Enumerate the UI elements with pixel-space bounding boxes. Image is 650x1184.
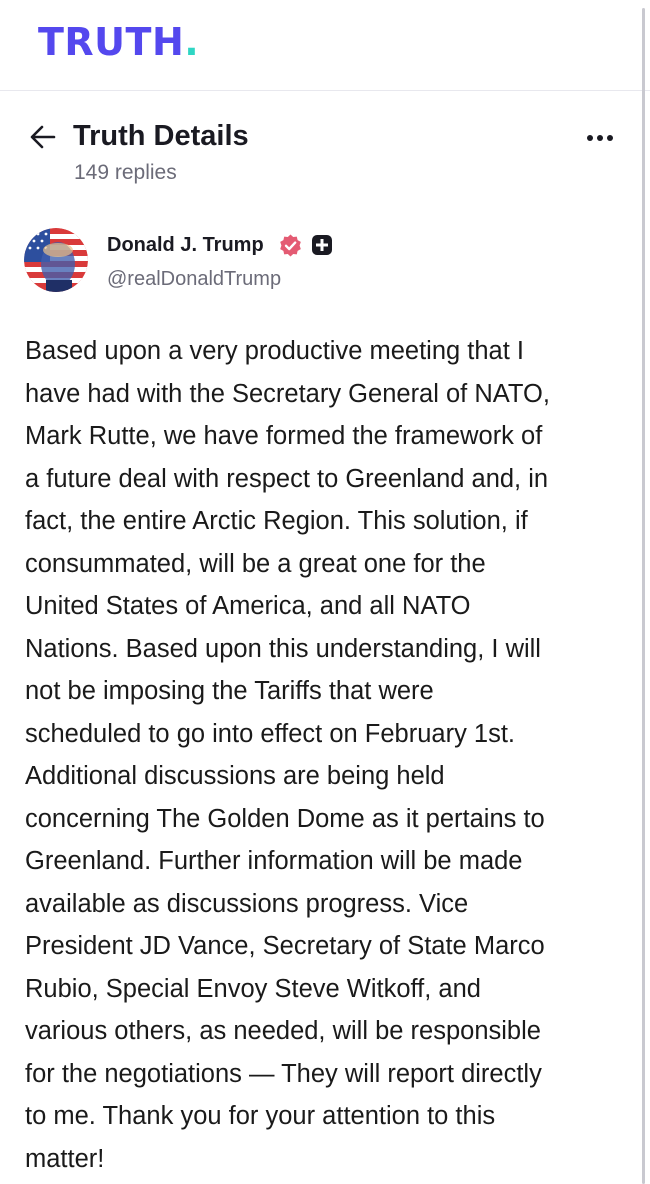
avatar[interactable] — [24, 228, 88, 292]
truth-plus-icon — [311, 234, 333, 256]
post-text-line: Mark Rutte, we have formed the framework… — [25, 422, 543, 450]
page-header: Truth Details 149 replies — [0, 110, 640, 200]
author-handle[interactable]: @realDonaldTrump — [107, 266, 281, 292]
post-text-line: not be imposing the Tariffs that were — [25, 677, 434, 705]
verified-badge-icon — [278, 233, 303, 258]
post-text-line: have had with the Secretary General of N… — [25, 379, 550, 408]
post-text-line: for the negotiations — They will report … — [25, 1059, 542, 1088]
post-text-line: fact, the entire Arctic Region. This sol… — [25, 507, 528, 535]
post-text-line: a future deal with respect to Greenland … — [25, 464, 549, 493]
more-horizontal-icon — [587, 135, 613, 141]
logo-dot: . — [184, 20, 200, 64]
post-text-line: Nations. Based upon this understanding, … — [25, 634, 541, 663]
post-text-line: Rubio, Special Envoy Steve Witkoff, and — [25, 974, 481, 1003]
reply-count: 149 replies — [74, 161, 177, 184]
post-text-line: Additional discussions are being held — [25, 762, 445, 790]
page-title: Truth Details — [73, 120, 249, 152]
back-button[interactable] — [28, 122, 58, 152]
more-options-button[interactable] — [580, 124, 620, 152]
post-text-line: consummated, will be a great one for the — [25, 549, 486, 578]
post-text-line: concerning The Golden Dome as it pertain… — [25, 804, 545, 833]
author-name[interactable]: Donald J. Trump — [107, 232, 264, 258]
post-text-line: matter! — [25, 1144, 105, 1173]
arrow-left-icon — [30, 125, 56, 149]
post-text: Based upon a very productive meeting tha… — [25, 330, 631, 1180]
post-text-line: United States of America, and all NATO — [25, 592, 471, 620]
scrollbar[interactable] — [642, 8, 645, 1184]
post-text-line: President JD Vance, Secretary of State M… — [25, 932, 545, 960]
post-text-line: to me. Thank you for your attention to t… — [25, 1102, 496, 1130]
post-text-line: various others, as needed, will be respo… — [25, 1017, 541, 1045]
post-text-line: scheduled to go into effect on February … — [25, 719, 516, 748]
post-text-line: Based upon a very productive meeting tha… — [25, 337, 524, 365]
top-bar: TRUTH. — [0, 0, 650, 91]
post-author: Donald J. Trump @realDonaldTrump — [0, 220, 640, 300]
avatar-image — [24, 228, 88, 292]
post-text-line: available as discussions progress. Vice — [25, 889, 469, 918]
post-text-line: Greenland. Further information will be m… — [25, 847, 523, 875]
logo-text: TRUTH — [38, 20, 185, 64]
truth-logo[interactable]: TRUTH. — [38, 20, 199, 64]
